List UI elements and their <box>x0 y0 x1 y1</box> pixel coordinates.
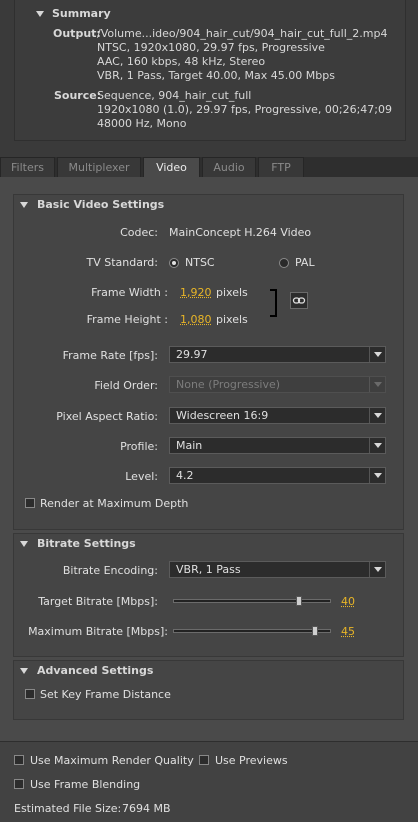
ntsc-radio[interactable] <box>169 258 179 268</box>
bitrate-encoding-select[interactable]: VBR, 1 Pass <box>169 561 386 578</box>
ntsc-label: NTSC <box>185 256 215 269</box>
pal-radio[interactable] <box>279 258 289 268</box>
key-frame-label: Set Key Frame Distance <box>40 688 171 701</box>
tv-standard-label: TV Standard: <box>86 256 159 269</box>
target-bitrate-slider[interactable] <box>173 599 331 603</box>
advanced-collapse-icon[interactable] <box>20 668 28 674</box>
tab-ftp[interactable]: FTP <box>258 157 304 177</box>
basic-collapse-icon[interactable] <box>20 202 28 208</box>
chevron-down-icon <box>369 347 385 362</box>
frame-width-unit: pixels <box>216 286 248 299</box>
target-bitrate-label: Target Bitrate [Mbps]: <box>38 595 158 608</box>
use-previews-checkbox[interactable] <box>199 755 209 765</box>
max-depth-label: Render at Maximum Depth <box>40 497 189 510</box>
tab-audio[interactable]: Audio <box>202 157 256 177</box>
field-order-label: Field Order: <box>94 379 158 392</box>
tab-filters[interactable]: Filters <box>0 157 55 177</box>
frame-width-label: Frame Width : <box>91 286 168 299</box>
frame-rate-select[interactable]: 29.97 <box>169 346 386 363</box>
summary-collapse-icon[interactable] <box>36 11 44 17</box>
source-line-1: Sequence, 904_hair_cut_full <box>97 89 252 102</box>
level-label: Level: <box>125 470 158 483</box>
profile-value: Main <box>176 439 203 452</box>
bitrate-encoding-label: Bitrate Encoding: <box>62 564 158 577</box>
frame-rate-value: 29.97 <box>176 348 208 361</box>
bitrate-collapse-icon[interactable] <box>20 541 28 547</box>
max-bitrate-label: Maximum Bitrate [Mbps]: <box>28 625 168 638</box>
frame-blending-checkbox[interactable] <box>14 779 24 789</box>
chevron-down-icon <box>369 562 385 577</box>
chevron-down-icon <box>369 438 385 453</box>
pixel-aspect-value: Widescreen 16:9 <box>176 409 269 422</box>
output-line-4: VBR, 1 Pass, Target 40.00, Max 45.00 Mbp… <box>97 69 335 82</box>
tab-multiplexer[interactable]: Multiplexer <box>57 157 141 177</box>
chain-link-icon[interactable] <box>290 292 308 309</box>
field-order-value: None (Progressive) <box>176 378 281 391</box>
basic-title: Basic Video Settings <box>37 198 165 211</box>
codec-value: MainConcept H.264 Video <box>169 226 312 239</box>
output-label: Output: <box>53 27 101 40</box>
advanced-title: Advanced Settings <box>37 664 154 677</box>
key-frame-checkbox[interactable] <box>25 689 35 699</box>
frame-height-value[interactable]: 1,080 <box>180 313 212 326</box>
source-line-2: 1920x1080 (1.0), 29.97 fps, Progressive,… <box>97 103 393 116</box>
max-render-quality-checkbox[interactable] <box>14 755 24 765</box>
output-line-1: /Volume...ideo/904_hair_cut/904_hair_cut… <box>97 27 388 40</box>
chevron-down-icon <box>369 408 385 423</box>
max-depth-checkbox[interactable] <box>25 498 35 508</box>
file-size-label: Estimated File Size: <box>14 802 122 815</box>
source-line-3: 48000 Hz, Mono <box>97 117 187 130</box>
pixel-aspect-select[interactable]: Widescreen 16:9 <box>169 407 386 424</box>
frame-height-unit: pixels <box>216 313 248 326</box>
use-previews-label: Use Previews <box>215 754 288 767</box>
aspect-link-bracket <box>270 289 277 317</box>
pixel-aspect-label: Pixel Aspect Ratio: <box>56 410 158 423</box>
bitrate-encoding-value: VBR, 1 Pass <box>176 563 241 576</box>
frame-width-value[interactable]: 1,920 <box>180 286 212 299</box>
max-render-quality-label: Use Maximum Render Quality <box>30 754 194 767</box>
file-size-value: 7694 MB <box>122 802 171 815</box>
profile-label: Profile: <box>120 440 158 453</box>
pal-label: PAL <box>295 256 315 269</box>
output-line-3: AAC, 160 kbps, 48 kHz, Stereo <box>97 55 266 68</box>
max-bitrate-slider[interactable] <box>173 629 331 633</box>
tab-video[interactable]: Video <box>143 157 200 177</box>
bitrate-title: Bitrate Settings <box>37 537 136 550</box>
summary-title: Summary <box>52 7 111 20</box>
output-line-2: NTSC, 1920x1080, 29.97 fps, Progressive <box>97 41 325 54</box>
max-bitrate-thumb[interactable] <box>312 626 319 636</box>
target-bitrate-thumb[interactable] <box>296 596 303 606</box>
target-bitrate-value[interactable]: 40 <box>341 595 355 608</box>
frame-height-label: Frame Height : <box>86 313 168 326</box>
frame-blending-label: Use Frame Blending <box>30 778 141 791</box>
field-order-select: None (Progressive) <box>169 376 386 393</box>
level-value: 4.2 <box>176 469 194 482</box>
source-label: Source: <box>54 89 102 102</box>
chevron-down-icon <box>369 468 385 483</box>
chevron-down-icon <box>369 377 385 392</box>
codec-label: Codec: <box>120 226 158 239</box>
profile-select[interactable]: Main <box>169 437 386 454</box>
level-select[interactable]: 4.2 <box>169 467 386 484</box>
frame-rate-label: Frame Rate [fps]: <box>62 349 158 362</box>
max-bitrate-value[interactable]: 45 <box>341 625 355 638</box>
